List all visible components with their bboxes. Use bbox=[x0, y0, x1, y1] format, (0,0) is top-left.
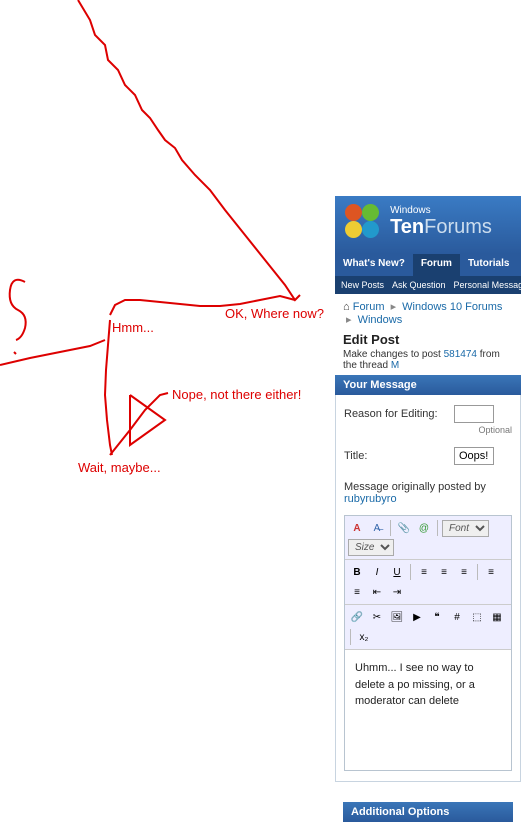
edit-post-header: Edit Post Make changes to post 581474 fr… bbox=[335, 332, 521, 371]
annotation-scribbles bbox=[0, 0, 340, 750]
tab-tutorials[interactable]: Tutorials bbox=[460, 254, 517, 276]
page-description: Make changes to post 581474 from the thr… bbox=[343, 349, 513, 371]
link-icon[interactable]: 🔗 bbox=[348, 608, 366, 626]
size-select[interactable]: Size bbox=[348, 539, 394, 556]
logo-bar: Windows TenForums bbox=[335, 196, 521, 254]
breadcrumb-windows[interactable]: Windows bbox=[358, 314, 403, 326]
tab-whats-new[interactable]: What's New? bbox=[335, 254, 413, 276]
form-area: Reason for Editing: Optional Title: Mess… bbox=[335, 395, 521, 782]
annotation-wait: Wait, maybe... bbox=[78, 460, 161, 475]
bold-icon[interactable]: B bbox=[348, 563, 366, 581]
annotation-ok-where-now: OK, Where now? bbox=[225, 306, 324, 321]
editor-toolbar-3: 🔗 ✂ 🖼 ▶ ❝ # ⬚ ▦ x₂ bbox=[345, 605, 511, 650]
switch-editor-icon[interactable]: A bbox=[348, 519, 366, 537]
post-id-link[interactable]: 581474 bbox=[444, 349, 477, 360]
section-additional-options: Additional Options bbox=[343, 802, 513, 822]
italic-icon[interactable]: I bbox=[368, 563, 386, 581]
breadcrumb-forum[interactable]: Forum bbox=[353, 301, 385, 313]
user-link[interactable]: rubyrubyro bbox=[344, 493, 397, 505]
tab-forum[interactable]: Forum bbox=[413, 254, 460, 276]
video-icon[interactable]: ▶ bbox=[408, 608, 426, 626]
subnav-ask-question[interactable]: Ask Question bbox=[392, 280, 446, 290]
logo-icon bbox=[345, 204, 381, 240]
font-select[interactable]: Font bbox=[442, 520, 489, 537]
attach-icon[interactable]: 📎 bbox=[395, 519, 413, 537]
subnav-new-posts[interactable]: New Posts bbox=[341, 280, 384, 290]
reason-input[interactable] bbox=[454, 405, 494, 423]
page-title: Edit Post bbox=[343, 332, 513, 347]
quote-icon[interactable]: ❝ bbox=[428, 608, 446, 626]
sub-nav: New Posts Ask Question Personal Messages… bbox=[335, 276, 521, 294]
list-ordered-icon[interactable]: ≡ bbox=[482, 563, 500, 581]
underline-icon[interactable]: U bbox=[388, 563, 406, 581]
nav-tabs: What's New? Forum Tutorials bbox=[335, 254, 521, 276]
editor-toolbar-2: B I U ≡ ≡ ≡ ≡ ≡ ⇤ ⇥ bbox=[345, 560, 511, 605]
list-unordered-icon[interactable]: ≡ bbox=[348, 583, 366, 601]
indent-icon[interactable]: ⇥ bbox=[388, 583, 406, 601]
subscript-icon[interactable]: x₂ bbox=[355, 628, 373, 646]
image-icon[interactable]: 🖼 bbox=[388, 608, 406, 626]
annotation-nope: Nope, not there either! bbox=[172, 387, 301, 402]
mention-icon[interactable]: @ bbox=[415, 519, 433, 537]
annotation-hmm: Hmm... bbox=[112, 320, 154, 335]
breadcrumb-win10[interactable]: Windows 10 Forums bbox=[402, 301, 502, 313]
breadcrumb: ⌂ Forum ▸ Windows 10 Forums ▸ Windows bbox=[335, 294, 521, 332]
title-input[interactable] bbox=[454, 447, 494, 465]
section-your-message: Your Message bbox=[335, 375, 521, 395]
thread-link[interactable]: M bbox=[391, 360, 399, 371]
breadcrumb-sep-icon: ▸ bbox=[391, 301, 397, 313]
editor-frame: A A̶ 📎 @ Font Size B I U ≡ ≡ ≡ ≡ ≡ ⇤ bbox=[344, 515, 512, 771]
align-center-icon[interactable]: ≡ bbox=[435, 563, 453, 581]
home-icon[interactable]: ⌂ bbox=[343, 301, 350, 313]
logo-text: Windows TenForums bbox=[390, 205, 492, 239]
unlink-icon[interactable]: ✂ bbox=[368, 608, 386, 626]
forum-panel: Windows TenForums What's New? Forum Tuto… bbox=[335, 196, 521, 750]
code-icon[interactable]: # bbox=[448, 608, 466, 626]
subnav-personal-messages[interactable]: Personal Messages bbox=[454, 280, 521, 290]
reason-label: Reason for Editing: bbox=[344, 405, 454, 420]
remove-format-icon[interactable]: A̶ bbox=[368, 519, 386, 537]
editor-textarea[interactable]: Uhmm... I see no way to delete a po miss… bbox=[345, 650, 511, 770]
outdent-icon[interactable]: ⇤ bbox=[368, 583, 386, 601]
table-icon[interactable]: ▦ bbox=[488, 608, 506, 626]
editor-toolbar-1: A A̶ 📎 @ Font Size bbox=[345, 516, 511, 560]
breadcrumb-sep-icon: ▸ bbox=[346, 314, 352, 326]
optional-label: Optional bbox=[454, 425, 512, 435]
align-left-icon[interactable]: ≡ bbox=[415, 563, 433, 581]
title-label: Title: bbox=[344, 447, 454, 462]
message-originally-posted: Message originally posted by rubyrubyro bbox=[344, 477, 512, 509]
align-right-icon[interactable]: ≡ bbox=[455, 563, 473, 581]
html-icon[interactable]: ⬚ bbox=[468, 608, 486, 626]
